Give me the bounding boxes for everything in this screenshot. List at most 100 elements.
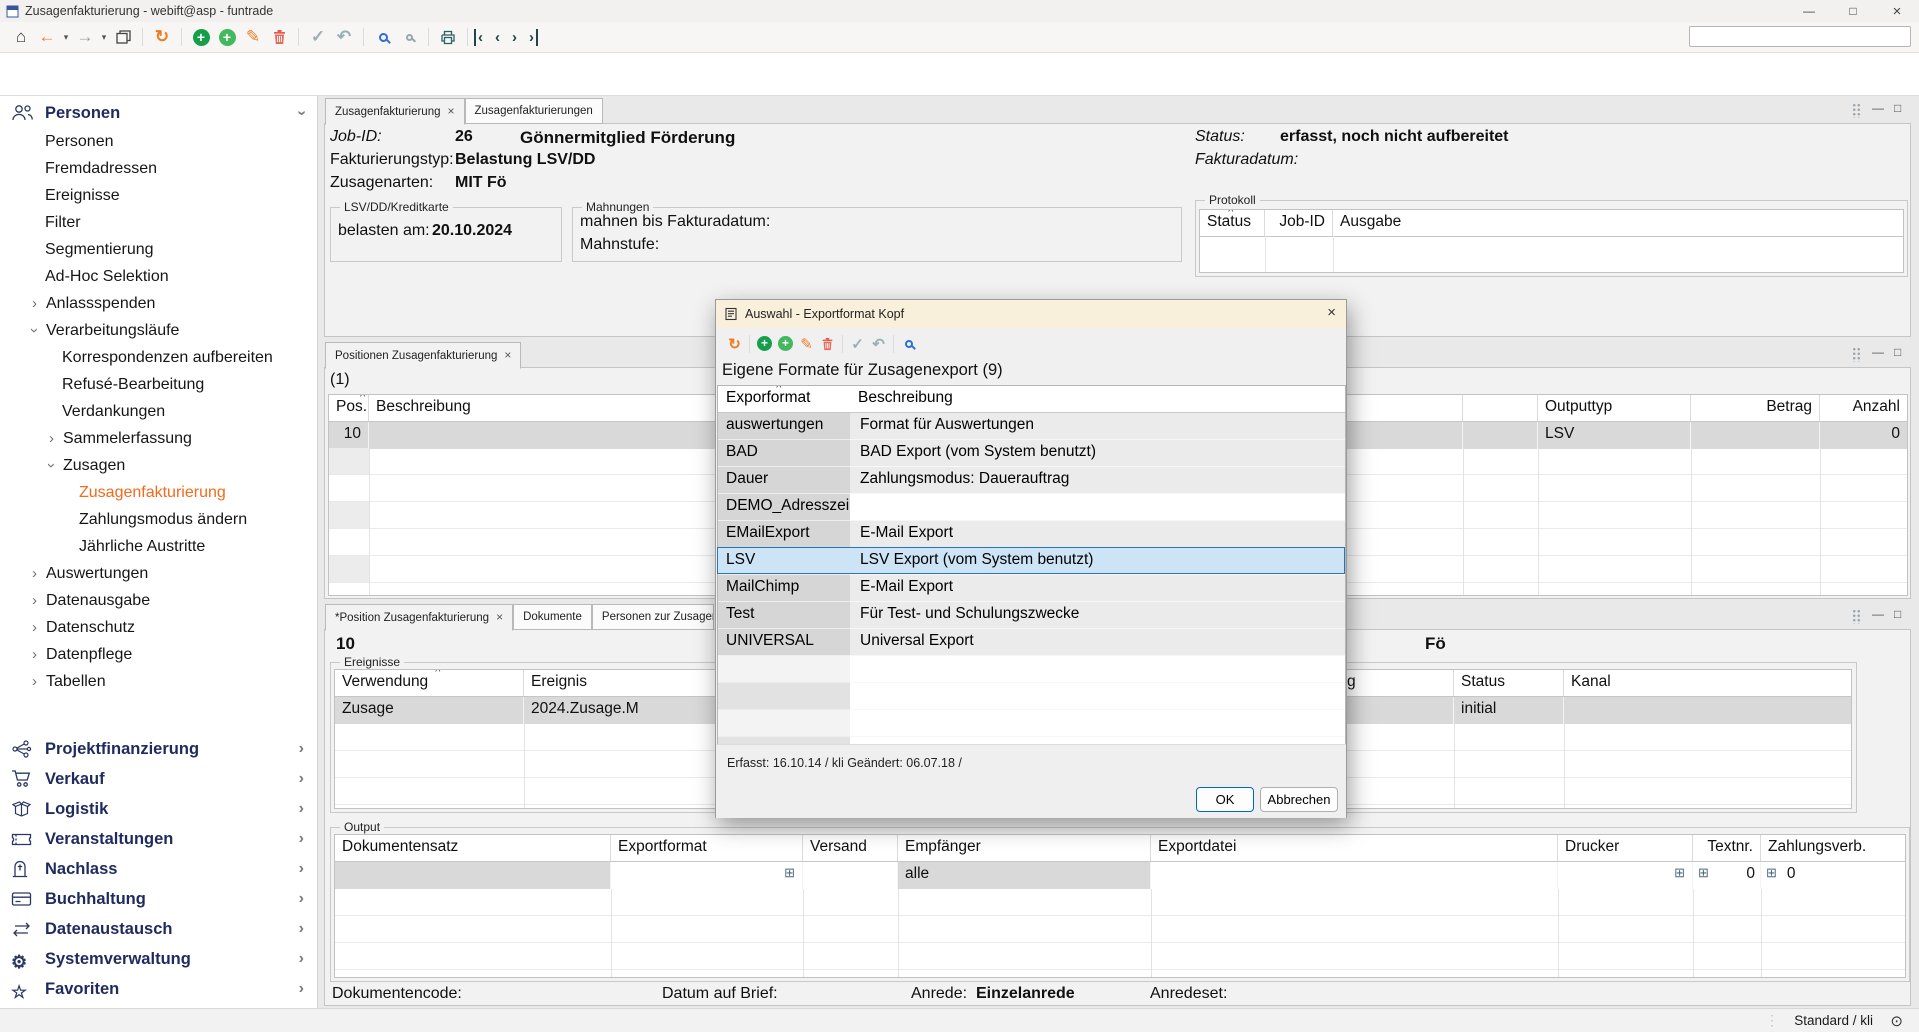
- edit-pencil-icon[interactable]: ✎: [241, 25, 265, 49]
- sidebar-item-zahlungsmodus-aendern[interactable]: Zahlungsmodus ändern: [0, 506, 318, 533]
- tab-close-icon[interactable]: ×: [504, 348, 511, 362]
- sidebar-item-zusagenfakturierung[interactable]: Zusagenfakturierung: [0, 479, 318, 506]
- sidebar-item-auswertungen[interactable]: ›Auswertungen: [0, 560, 318, 587]
- add-icon[interactable]: +: [754, 333, 775, 355]
- window-maximize-icon[interactable]: □: [1831, 0, 1875, 22]
- format-cell[interactable]: Test: [718, 602, 850, 629]
- sidebar-section-nachlass[interactable]: Nachlass›: [0, 854, 318, 884]
- tab-position-zusagenfakturierung[interactable]: *Position Zusagenfakturierung×: [325, 604, 513, 631]
- sidebar-item-ereignisse[interactable]: Ereignisse: [0, 182, 318, 209]
- sidebar-item-datenausgabe[interactable]: ›Datenausgabe: [0, 587, 318, 614]
- col-exportdatei[interactable]: Exportdatei: [1151, 835, 1558, 861]
- sidebar-item-refuse-bearbeitung[interactable]: Refusé-Bearbeitung: [0, 371, 318, 398]
- tab-close-icon[interactable]: ×: [447, 104, 454, 118]
- format-cell[interactable]: Dauer: [718, 467, 850, 494]
- home-icon[interactable]: ⌂: [9, 25, 33, 49]
- col-anzahl[interactable]: Anzahl: [1820, 395, 1907, 421]
- format-cell[interactable]: BAD: [718, 440, 850, 467]
- col-verwendung[interactable]: ^Verwendung: [335, 670, 524, 696]
- sidebar-item-tabellen[interactable]: ›Tabellen: [0, 668, 318, 695]
- beschreibung-cell[interactable]: E-Mail Export: [850, 521, 1345, 548]
- refresh-icon[interactable]: ↻: [724, 333, 745, 355]
- col-beschreibung[interactable]: Beschreibung: [850, 386, 1345, 413]
- protokoll-col-status[interactable]: ^Status: [1200, 210, 1265, 236]
- beschreibung-cell[interactable]: Universal Export: [850, 629, 1345, 656]
- protokoll-col-ausgabe[interactable]: Ausgabe: [1333, 210, 1903, 236]
- sidebar-item-filter[interactable]: Filter: [0, 209, 318, 236]
- panel-maximize-icon[interactable]: □: [1894, 101, 1901, 115]
- confirm-check-icon[interactable]: ✓: [306, 25, 330, 49]
- col-empfaenger[interactable]: Empfänger: [898, 835, 1151, 861]
- dialog-close-icon[interactable]: ×: [1327, 304, 1336, 321]
- protokoll-col-jobid[interactable]: Job-ID: [1265, 210, 1333, 236]
- format-cell[interactable]: MailChimp: [718, 575, 850, 602]
- col-versand[interactable]: Versand: [803, 835, 898, 861]
- sidebar-section-veranstaltungen[interactable]: Veranstaltungen›: [0, 824, 318, 854]
- format-cell[interactable]: auswertungen: [718, 413, 850, 440]
- sidebar-section-systemverwaltung[interactable]: ⚙Systemverwaltung›: [0, 944, 318, 974]
- col-exportformat[interactable]: Exportformat: [611, 835, 803, 861]
- sidebar-item-verdankungen[interactable]: Verdankungen: [0, 398, 318, 425]
- last-record-icon[interactable]: ›: [527, 29, 538, 46]
- sidebar-item-datenpflege[interactable]: ›Datenpflege: [0, 641, 318, 668]
- format-cell[interactable]: DEMO_Adresszei...: [718, 494, 850, 521]
- sidebar-item-sammelerfassung[interactable]: ›Sammelerfassung: [0, 425, 318, 452]
- statusbar-target-icon[interactable]: ⊙: [1890, 1012, 1903, 1030]
- undo-icon[interactable]: ↶: [868, 333, 889, 355]
- format-cell-selected[interactable]: LSV: [718, 548, 850, 575]
- col-betrag[interactable]: Betrag: [1691, 395, 1820, 421]
- col-outputtyp[interactable]: Outputtyp: [1538, 395, 1691, 421]
- tab-close-icon[interactable]: ×: [496, 610, 503, 624]
- cancel-button[interactable]: Abbrechen: [1260, 787, 1338, 812]
- add-copy-icon[interactable]: +: [215, 25, 239, 49]
- search-icon[interactable]: [898, 333, 919, 355]
- lookup-grid-icon[interactable]: ⊞: [1698, 865, 1709, 886]
- sidebar-section-favoriten[interactable]: ☆Favoriten›: [0, 974, 318, 1004]
- sidebar-section-datenaustausch[interactable]: Datenaustausch›: [0, 914, 318, 944]
- col-status[interactable]: Status: [1454, 670, 1564, 696]
- sidebar-section-logistik[interactable]: Logistik›: [0, 794, 318, 824]
- forward-dropdown-icon[interactable]: ▾: [99, 25, 109, 49]
- beschreibung-cell[interactable]: [850, 494, 1345, 521]
- tab-personen-zur-zusagenfakturierung[interactable]: Personen zur Zusagenfak: [592, 604, 714, 630]
- prev-record-icon[interactable]: ‹: [493, 29, 502, 46]
- beschreibung-cell[interactable]: BAD Export (vom System benutzt): [850, 440, 1345, 467]
- next-record-icon[interactable]: ›: [510, 29, 519, 46]
- tab-zusagenfakturierungen[interactable]: Zusagenfakturierungen: [465, 98, 603, 124]
- panel-minimize-icon[interactable]: —: [1872, 345, 1884, 359]
- panel-minimize-icon[interactable]: —: [1872, 101, 1884, 115]
- sidebar-section-buchhaltung[interactable]: Buchhaltung›: [0, 884, 318, 914]
- lookup-grid-icon[interactable]: ⊞: [1674, 865, 1685, 886]
- sidebar-item-segmentierung[interactable]: Segmentierung: [0, 236, 318, 263]
- panel-grip-icon[interactable]: [1852, 609, 1861, 624]
- col-spacer[interactable]: [1463, 395, 1538, 421]
- sidebar-item-zusagen[interactable]: ›Zusagen: [0, 452, 318, 479]
- beschreibung-cell[interactable]: Für Test- und Schulungszwecke: [850, 602, 1345, 629]
- sidebar-item-datenschutz[interactable]: ›Datenschutz: [0, 614, 318, 641]
- beschreibung-cell[interactable]: Zahlungsmodus: Dauerauftrag: [850, 467, 1345, 494]
- toolbar-search-input[interactable]: [1689, 26, 1911, 47]
- sidebar-item-adhoc-selektion[interactable]: Ad-Hoc Selektion: [0, 263, 318, 290]
- format-cell[interactable]: EMailExport: [718, 521, 850, 548]
- lookup-grid-icon[interactable]: ⊞: [784, 865, 795, 886]
- beschreibung-cell-selected[interactable]: LSV Export (vom System benutzt): [850, 548, 1345, 575]
- edit-pencil-icon[interactable]: ✎: [796, 333, 817, 355]
- panel-maximize-icon[interactable]: □: [1894, 345, 1901, 359]
- col-drucker[interactable]: Drucker: [1558, 835, 1693, 861]
- undo-icon[interactable]: ↶: [332, 25, 356, 49]
- first-record-icon[interactable]: ‹: [474, 29, 485, 46]
- search-icon[interactable]: [371, 25, 395, 49]
- sidebar-item-jaehrliche-austritte[interactable]: Jährliche Austritte: [0, 533, 318, 560]
- back-dropdown-icon[interactable]: ▾: [61, 25, 71, 49]
- sidebar-item-korrespondenzen[interactable]: Korrespondenzen aufbereiten: [0, 344, 318, 371]
- panel-grip-icon[interactable]: [1852, 103, 1861, 118]
- col-dokumentensatz[interactable]: Dokumentensatz: [335, 835, 611, 861]
- sidebar-section-verkauf[interactable]: Verkauf›: [0, 764, 318, 794]
- ok-button[interactable]: OK: [1196, 787, 1254, 812]
- new-window-icon[interactable]: [111, 25, 135, 49]
- refresh-icon[interactable]: ↻: [150, 25, 174, 49]
- output-row[interactable]: ⊞ alle ⊞ ⊞0 ⊞0: [335, 862, 1905, 889]
- col-exportformat[interactable]: ^Exporformat: [718, 386, 850, 413]
- col-textnr[interactable]: Textnr.: [1693, 835, 1761, 861]
- delete-trash-icon[interactable]: [267, 25, 291, 49]
